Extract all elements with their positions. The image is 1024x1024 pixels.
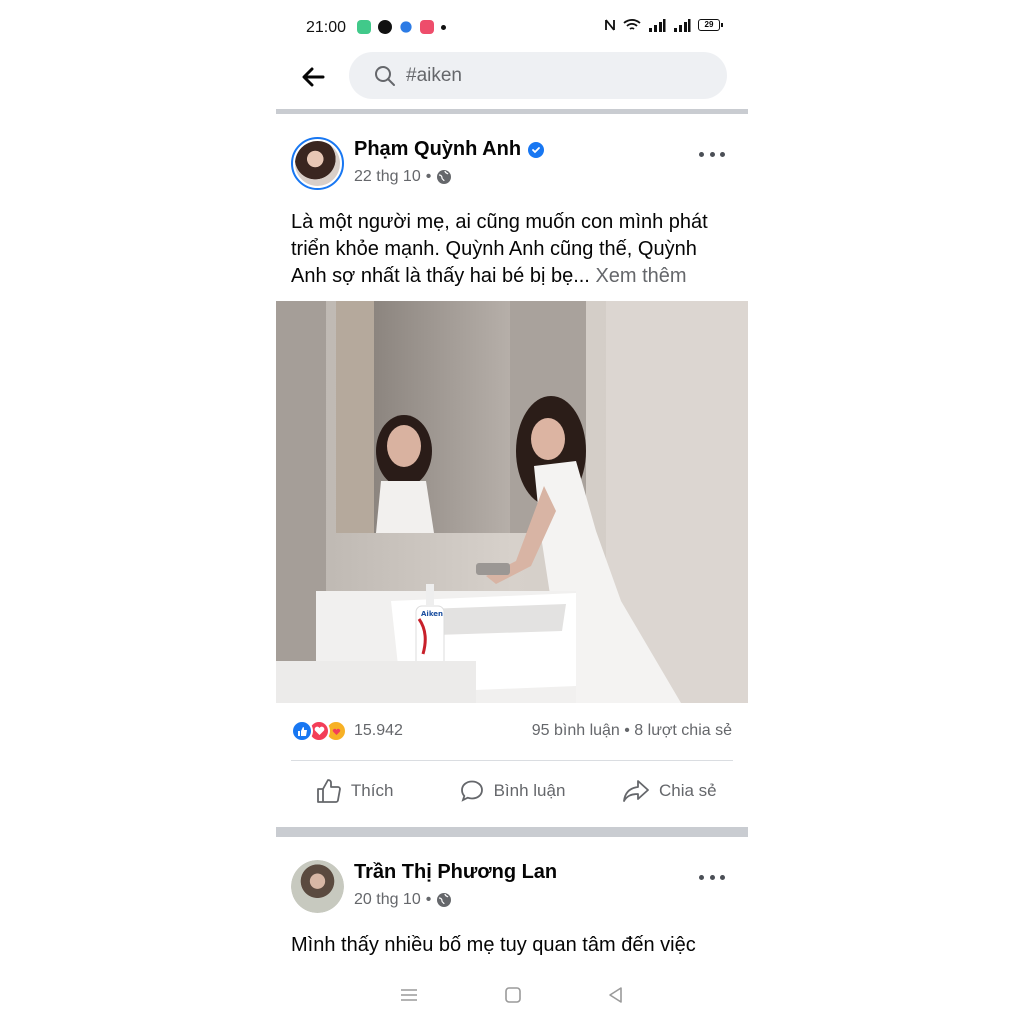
like-button[interactable]: Thích xyxy=(276,770,433,812)
globe-icon xyxy=(437,170,452,184)
thumbs-up-icon xyxy=(316,779,341,803)
search-input[interactable]: #aiken xyxy=(349,52,727,99)
dot-icon xyxy=(441,24,446,30)
battery-icon: 29 xyxy=(698,19,723,31)
post-date[interactable]: 20 thg 10 xyxy=(354,891,421,909)
status-time: 21:00 xyxy=(306,19,347,36)
bathroom-photo: Aiken xyxy=(276,301,748,703)
system-nav-bar xyxy=(276,978,748,1012)
post-stats[interactable]: 95 bình luận • 8 lượt chia sẻ xyxy=(532,722,732,740)
post-separator xyxy=(276,827,748,837)
messages-icon xyxy=(357,20,371,34)
post-body: Mình thấy nhiều bố mẹ tuy quan tâm đến v… xyxy=(291,934,696,956)
messenger-icon xyxy=(400,21,412,33)
nfc-icon xyxy=(605,19,615,31)
post-date[interactable]: 22 thg 10 xyxy=(354,168,421,186)
status-bar: 21:00 29 xyxy=(276,0,748,52)
meta-separator: • xyxy=(425,891,432,908)
avatar[interactable] xyxy=(291,860,344,913)
phone-screen: 21:00 29 #aiken Phạm Quỳnh Anh 22 thg 10… xyxy=(276,0,748,1024)
like-reaction-icon xyxy=(291,720,313,742)
back-button[interactable] xyxy=(298,62,328,92)
status-app-icons xyxy=(357,20,446,34)
see-more-link[interactable]: Xem thêm xyxy=(595,265,686,287)
post-photo[interactable]: Aiken xyxy=(276,301,748,703)
search-query: #aiken xyxy=(406,64,462,86)
author-name: Trần Thị Phương Lan xyxy=(354,861,558,883)
signal-icon xyxy=(649,19,666,32)
verified-badge-icon xyxy=(528,141,545,158)
search-icon xyxy=(375,65,395,86)
avatar[interactable] xyxy=(291,137,344,190)
status-indicators: 29 xyxy=(604,18,723,32)
wifi-icon xyxy=(623,19,641,30)
more-options-button[interactable] xyxy=(699,144,725,164)
post-author[interactable]: Phạm Quỳnh Anh xyxy=(354,138,545,161)
share-label: Chia sẻ xyxy=(659,781,717,800)
post-text: Mình thấy nhiều bố mẹ tuy quan tâm đến v… xyxy=(291,932,736,959)
reaction-count: 15.942 xyxy=(354,722,403,739)
meta-separator: • xyxy=(425,168,432,185)
post-meta: 22 thg 10 • xyxy=(354,168,452,186)
comment-button[interactable]: Bình luận xyxy=(433,770,590,812)
post-meta: 20 thg 10 • xyxy=(354,891,452,909)
share-icon xyxy=(623,780,649,802)
back-arrow-icon xyxy=(302,67,325,87)
home-icon[interactable] xyxy=(504,986,522,1004)
product-label: Aiken xyxy=(421,610,443,618)
comment-label: Bình luận xyxy=(493,781,566,800)
post-text: Là một người mẹ, ai cũng muốn con mình p… xyxy=(291,209,736,290)
actions-divider xyxy=(291,760,733,761)
post-card: Trần Thị Phương Lan 20 thg 10 • Mình thấ… xyxy=(276,837,748,977)
comment-icon xyxy=(460,780,483,802)
signal-icon-2 xyxy=(674,19,691,32)
facebook-icon xyxy=(378,20,392,34)
post-author[interactable]: Trần Thị Phương Lan xyxy=(354,861,557,884)
share-button[interactable]: Chia sẻ xyxy=(591,770,748,812)
author-name: Phạm Quỳnh Anh xyxy=(354,138,522,160)
search-header: #aiken xyxy=(276,52,748,108)
reactions-summary[interactable]: 15.942 xyxy=(291,720,403,742)
app-icon xyxy=(420,20,434,34)
post-actions: Thích Bình luận Chia sẻ xyxy=(276,770,748,812)
more-options-button[interactable] xyxy=(699,867,725,887)
like-label: Thích xyxy=(350,781,394,800)
menu-icon[interactable] xyxy=(399,987,419,1003)
globe-icon xyxy=(437,893,452,907)
back-nav-icon[interactable] xyxy=(607,986,625,1004)
